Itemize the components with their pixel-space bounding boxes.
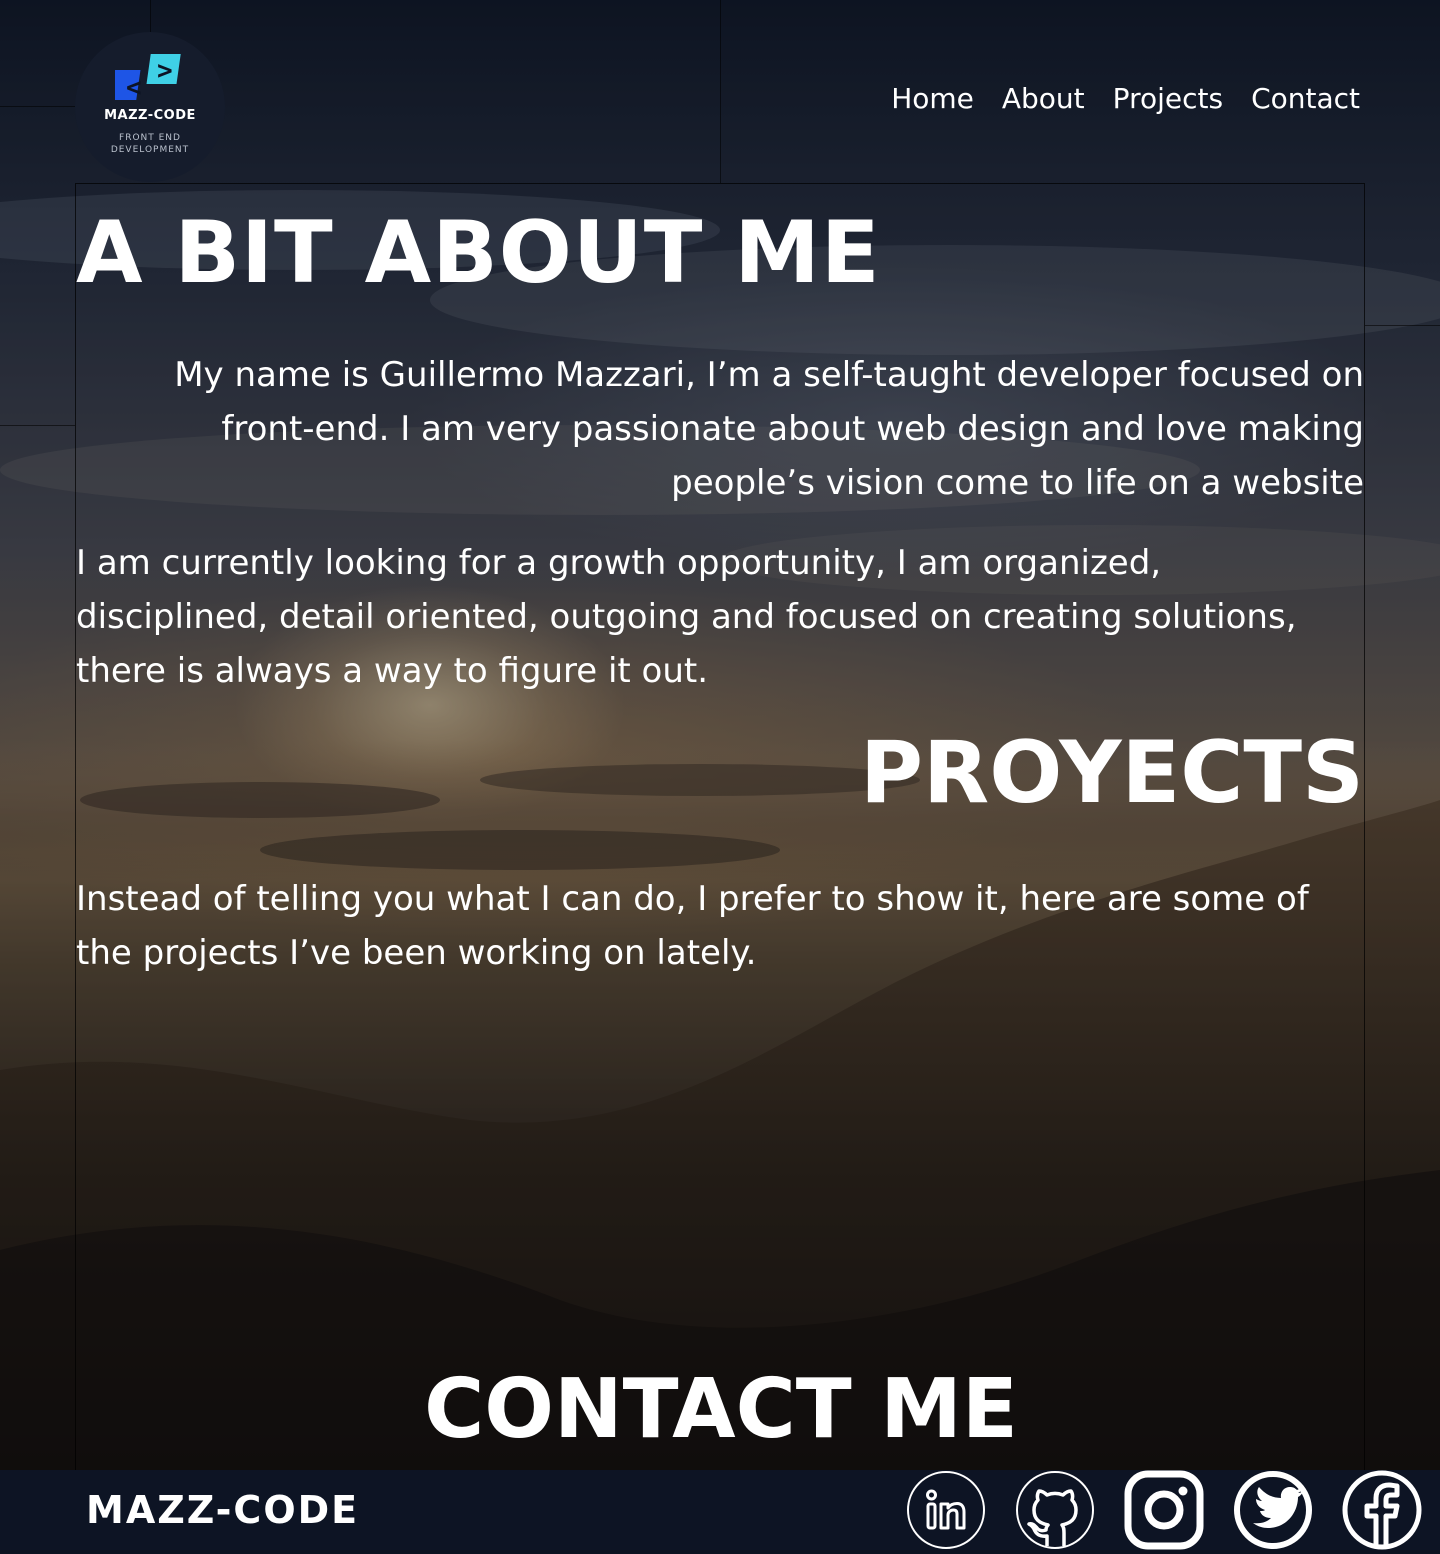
footer: MAZZ-CODE: [0, 1470, 1440, 1550]
main-nav: Home About Projects Contact: [891, 82, 1360, 115]
github-link[interactable]: [1015, 1470, 1095, 1550]
nav-projects-link[interactable]: Projects: [1113, 82, 1223, 115]
site-logo[interactable]: < > MAZZ-CODE FRONT END DEVELOPMENT: [75, 32, 225, 182]
projects-paragraph: Instead of telling you what I can do, I …: [76, 879, 1309, 973]
about-goals-paragraph: I am currently looking for a growth oppo…: [76, 543, 1297, 691]
instagram-icon: [1124, 1470, 1204, 1550]
github-icon: [1016, 1471, 1094, 1549]
main-content: A BIT ABOUT ME My name is Guillermo Mazz…: [75, 183, 1365, 1473]
logo-close-glyph: >: [157, 56, 173, 86]
twitter-link[interactable]: [1233, 1470, 1313, 1550]
code-brackets-icon: < >: [115, 54, 181, 103]
about-intro-paragraph: My name is Guillermo Mazzari, I’m a self…: [174, 355, 1364, 503]
nav-contact-link[interactable]: Contact: [1251, 82, 1360, 115]
nav-home-link[interactable]: Home: [891, 82, 974, 115]
logo-open-glyph: <: [126, 73, 142, 103]
contact-title: CONTACT ME: [424, 1362, 1018, 1457]
nav-about-link[interactable]: About: [1002, 82, 1085, 115]
linkedin-icon: [907, 1471, 985, 1549]
about-title: A BIT ABOUT ME: [76, 203, 881, 303]
logo-subtitle: FRONT END DEVELOPMENT: [110, 133, 190, 155]
twitter-icon: [1234, 1471, 1312, 1549]
projects-title: PROYECTS: [859, 723, 1364, 823]
linkedin-link[interactable]: [906, 1470, 986, 1550]
facebook-icon: [1342, 1470, 1422, 1550]
logo-name: MAZZ-CODE: [104, 108, 196, 123]
facebook-link[interactable]: [1342, 1470, 1422, 1550]
instagram-link[interactable]: [1124, 1470, 1204, 1550]
footer-brand: MAZZ-CODE: [86, 1488, 360, 1532]
